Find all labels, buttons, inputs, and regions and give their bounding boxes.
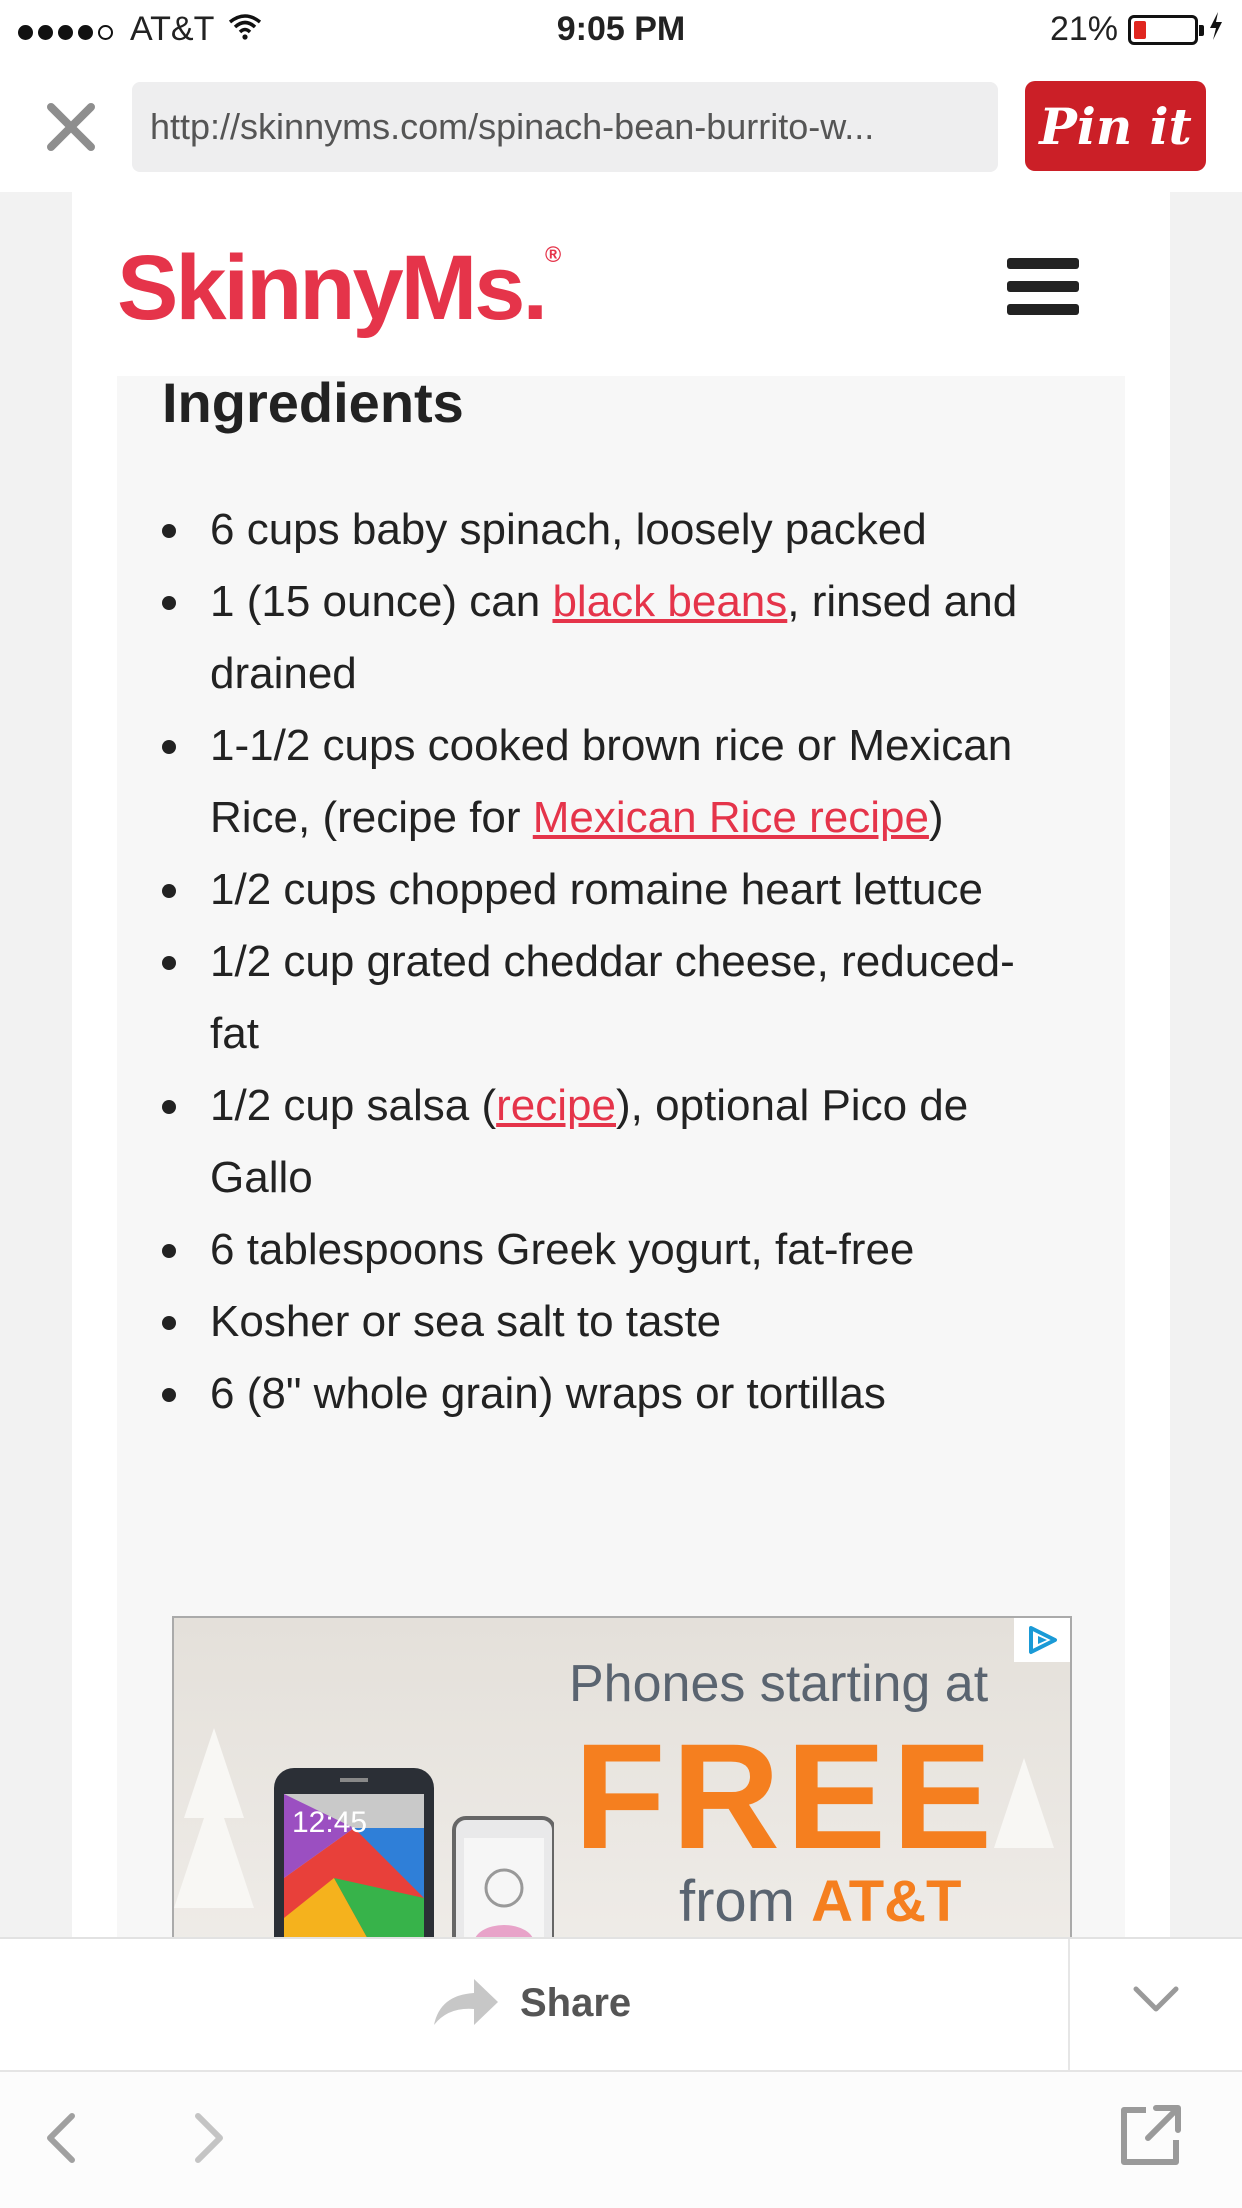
ad-brand-name: AT&T [811, 1869, 962, 1934]
battery-percent: 21% [1049, 10, 1118, 48]
close-button[interactable] [40, 96, 102, 158]
ingredient-text: 1 (15 ounce) can [210, 577, 553, 626]
ad-headline: Phones starting at [569, 1655, 989, 1713]
share-arrow-icon [434, 1979, 498, 2025]
open-external-button[interactable] [1118, 2102, 1184, 2173]
share-button[interactable]: Share [430, 1975, 631, 2031]
chevron-left-icon [47, 2113, 75, 2163]
ingredient-link[interactable]: Mexican Rice recipe [533, 793, 929, 842]
ingredient-text: 6 tablespoons Greek yogurt, fat-free [210, 1225, 915, 1274]
ingredient-item: Kosher or sea salt to taste [162, 1286, 1062, 1358]
external-link-icon [1121, 2105, 1181, 2165]
battery-icon [1128, 14, 1204, 45]
ingredient-text: ) [928, 793, 944, 842]
site-header: SkinnyMs.® [72, 192, 1170, 376]
ingredient-text: 6 cups baby spinach, loosely packed [210, 505, 927, 554]
chevron-right-icon [195, 2113, 223, 2163]
ingredient-link[interactable]: recipe [496, 1081, 616, 1130]
web-page[interactable]: SkinnyMs.® Ingredients 6 cups baby spina… [72, 192, 1170, 1937]
url-text: http://skinnyms.com/spinach-bean-burrito… [150, 106, 875, 147]
back-button[interactable] [40, 2108, 80, 2173]
att-ad-banner[interactable]: 12:45 Phones starting at FREE from AT&T [172, 1616, 1072, 1937]
ingredients-heading: Ingredients [162, 371, 464, 434]
hamburger-menu-icon[interactable] [1007, 258, 1079, 318]
ingredient-text: 1/2 cup grated cheddar cheese, reduced-f… [210, 937, 1015, 1058]
chevron-down-icon [1133, 1986, 1179, 2012]
ingredient-text: 6 (8" whole grain) wraps or tortillas [210, 1369, 886, 1418]
site-logo[interactable]: SkinnyMs.® [117, 236, 561, 341]
ingredient-item: 1/2 cup grated cheddar cheese, reduced-f… [162, 926, 1062, 1070]
recipe-card: Ingredients 6 cups baby spinach, loosely… [117, 371, 1125, 1937]
share-bar-divider [1068, 1939, 1070, 2072]
share-label: Share [520, 1980, 632, 2025]
ad-choices-icon[interactable] [1014, 1618, 1070, 1662]
pin-it-button[interactable]: Pin it [1025, 81, 1206, 171]
ingredient-item: 1/2 cup salsa (recipe), optional Pico de… [162, 1070, 1062, 1214]
browser-bar: http://skinnyms.com/spinach-bean-burrito… [0, 60, 1242, 192]
ingredient-item: 1/2 cups chopped romaine heart lettuce [162, 854, 1062, 926]
phone-screen-time: 12:45 [292, 1806, 368, 1839]
ad-from-text: from [679, 1869, 812, 1934]
logo-text: SkinnyMs. [117, 237, 548, 339]
share-bar: Share [0, 1937, 1242, 2072]
ingredient-item: 6 (8" whole grain) wraps or tortillas [162, 1358, 1062, 1430]
status-right: 21% [1050, 10, 1224, 49]
status-bar: AT&T 9:05 PM 21% [0, 0, 1242, 60]
browser-bottom-toolbar [0, 2070, 1242, 2208]
forward-button[interactable] [190, 2108, 230, 2173]
ingredient-link[interactable]: black beans [552, 577, 787, 626]
ingredient-item: 6 tablespoons Greek yogurt, fat-free [162, 1214, 1062, 1286]
ingredient-item: 1 (15 ounce) can black beans, rinsed and… [162, 566, 1062, 710]
ingredient-text: Kosher or sea salt to taste [210, 1297, 722, 1346]
ingredient-item: 6 cups baby spinach, loosely packed [162, 494, 1062, 566]
ingredient-item: 1-1/2 cups cooked brown rice or Mexican … [162, 710, 1062, 854]
ingredient-list: 6 cups baby spinach, loosely packed 1 (15… [162, 494, 1062, 1430]
charging-bolt-icon [1208, 10, 1224, 49]
ad-free-text: FREE [574, 1712, 999, 1880]
address-bar[interactable]: http://skinnyms.com/spinach-bean-burrito… [132, 82, 998, 172]
ad-brand-line: from AT&T [679, 1868, 961, 1935]
ingredient-text: 1/2 cup salsa ( [210, 1081, 497, 1130]
logo-registered-mark: ® [545, 242, 562, 267]
close-icon [47, 103, 95, 151]
ingredient-text: 1/2 cups chopped romaine heart lettuce [210, 865, 983, 914]
phones-image: 12:45 [274, 1768, 556, 1937]
collapse-button[interactable] [1130, 1979, 1182, 2024]
